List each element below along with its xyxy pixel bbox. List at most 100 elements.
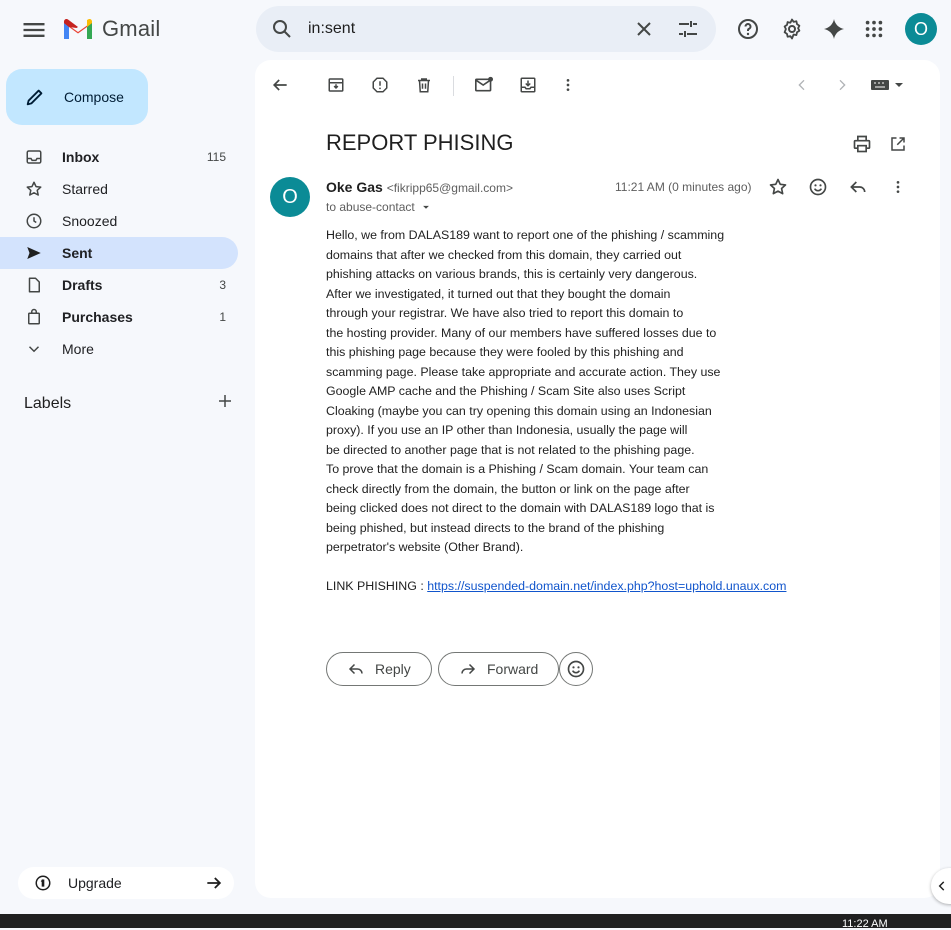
labels-heading: Labels	[24, 394, 72, 412]
compose-label: Compose	[64, 89, 124, 105]
smiley-icon	[567, 660, 585, 678]
archive-icon[interactable]	[325, 74, 347, 96]
body-line: After we investigated, it turned out tha…	[326, 286, 671, 301]
arrow-right-icon	[204, 873, 224, 896]
body-line: check directly from the domain, the butt…	[326, 481, 690, 496]
email-subject: REPORT PHISING	[326, 130, 514, 155]
older-chevron-right-icon[interactable]	[831, 74, 853, 96]
sidebar-item-more[interactable]: More	[0, 333, 238, 365]
clock-icon	[24, 211, 44, 231]
taskbar-clock: 11:22 AM	[842, 918, 888, 930]
main-menu-icon[interactable]	[20, 16, 48, 44]
sidebar-item-label: Drafts	[62, 277, 103, 293]
sender-avatar: O	[270, 177, 310, 217]
compose-button[interactable]: Compose	[6, 69, 148, 125]
add-reaction-emoji-icon[interactable]	[807, 176, 829, 198]
top-bar: Gmail O	[0, 0, 951, 60]
sidebar-item-label: Inbox	[62, 149, 100, 165]
unread-count: 115	[206, 150, 226, 164]
add-label-icon[interactable]	[216, 392, 234, 415]
body-line: domains that after we checked from this …	[326, 247, 682, 262]
email-timestamp: 11:21 AM (0 minutes ago)	[615, 180, 752, 194]
caret-down-icon[interactable]	[419, 200, 433, 214]
draft-icon	[24, 275, 44, 295]
body-line: being phished, but instead directs to th…	[326, 520, 665, 535]
labels-section: Labels	[24, 392, 234, 415]
sidebar-item-label: Purchases	[62, 309, 133, 325]
help-icon[interactable]	[735, 16, 761, 42]
pencil-icon	[26, 89, 43, 106]
body-line: the hosting provider. Many of our member…	[326, 325, 717, 340]
sidebar-item-purchases[interactable]: Purchases 1	[0, 301, 238, 333]
recipient-line[interactable]: to abuse-contact	[326, 200, 433, 214]
clear-search-icon[interactable]	[632, 17, 656, 46]
move-to-icon[interactable]	[517, 74, 539, 96]
emoji-reaction-button[interactable]	[559, 652, 593, 686]
search-bar	[256, 6, 716, 52]
sidebar-nav: Inbox 115 Starred Snoozed Sent Drafts 3 …	[0, 141, 240, 365]
link-prefix: LINK PHISHING :	[326, 579, 428, 593]
sidebar-item-label: Snoozed	[62, 213, 118, 229]
gmail-logo[interactable]: Gmail	[62, 16, 160, 42]
body-line: Google AMP cache and the Phishing / Scam…	[326, 384, 686, 398]
inbox-icon	[24, 147, 44, 167]
sender-name[interactable]: Oke Gas	[326, 179, 383, 195]
body-line: through your registrar. We have also tri…	[326, 306, 684, 320]
purchases-count: 1	[219, 310, 226, 324]
reply-button[interactable]: Reply	[326, 652, 432, 686]
sender-line: Oke Gas <fikripp65@gmail.com>	[326, 179, 513, 195]
body-line: Cloaking (maybe you can try opening this…	[326, 403, 712, 418]
body-line: be directed to another page that is not …	[326, 442, 695, 457]
sidebar-item-label: Starred	[62, 181, 108, 197]
reply-label: Reply	[375, 661, 411, 677]
shopping-bag-icon	[24, 307, 44, 327]
phishing-link[interactable]: https://suspended-domain.net/index.php?h…	[427, 579, 786, 593]
open-new-window-icon[interactable]	[887, 133, 909, 155]
back-arrow-icon[interactable]	[269, 74, 291, 96]
sidebar-item-inbox[interactable]: Inbox 115	[0, 141, 238, 173]
body-spacer	[326, 558, 886, 578]
sidebar-item-drafts[interactable]: Drafts 3	[0, 269, 238, 301]
more-vert-icon[interactable]	[557, 74, 579, 96]
star-icon	[24, 179, 44, 199]
upgrade-button[interactable]: Upgrade	[18, 867, 234, 899]
send-icon	[24, 243, 44, 263]
body-line: perpetrator's website (Other Brand).	[326, 540, 524, 554]
apps-grid-icon[interactable]	[861, 16, 887, 42]
reply-icon[interactable]	[847, 176, 869, 198]
body-line: To prove that the domain is a Phishing /…	[326, 462, 709, 476]
body-line: phishing attacks on various brands, this…	[326, 267, 698, 281]
input-tools-keyboard-icon[interactable]	[869, 74, 905, 96]
report-spam-icon[interactable]	[369, 74, 391, 96]
toolbar-divider	[453, 76, 454, 96]
sidebar-item-sent[interactable]: Sent	[0, 237, 238, 269]
sender-email: <fikripp65@gmail.com>	[386, 181, 513, 195]
body-line: being clicked does not direct to the dom…	[326, 501, 715, 515]
recipient-text: to abuse-contact	[326, 200, 415, 214]
sidebar-item-label: More	[62, 341, 94, 357]
gmail-m-icon	[64, 19, 92, 39]
print-icon[interactable]	[851, 133, 873, 155]
forward-label: Forward	[487, 661, 539, 677]
mark-unread-icon[interactable]	[473, 74, 495, 96]
search-icon[interactable]	[270, 17, 294, 46]
star-toggle-icon[interactable]	[767, 176, 789, 198]
search-options-icon[interactable]	[676, 17, 700, 46]
phishing-link-line: LINK PHISHING : https://suspended-domain…	[326, 577, 886, 597]
sidebar-item-starred[interactable]: Starred	[0, 173, 238, 205]
search-input[interactable]	[308, 17, 608, 41]
sidebar-item-label: Sent	[62, 245, 93, 261]
newer-chevron-left-icon[interactable]	[791, 74, 813, 96]
forward-button[interactable]: Forward	[438, 652, 560, 686]
chevron-down-icon	[24, 339, 44, 359]
gemini-sparkle-icon[interactable]	[821, 16, 847, 42]
app-name: Gmail	[102, 16, 161, 41]
body-line: proxy). If you use an IP other than Indo…	[326, 423, 688, 437]
settings-gear-icon[interactable]	[779, 16, 805, 42]
sidebar-item-snoozed[interactable]: Snoozed	[0, 205, 238, 237]
delete-trash-icon[interactable]	[413, 74, 435, 96]
body-line: scamming page. Please take appropriate a…	[326, 364, 721, 379]
message-more-vert-icon[interactable]	[887, 176, 909, 198]
account-avatar[interactable]: O	[905, 13, 937, 45]
chevron-left-icon	[938, 881, 945, 891]
